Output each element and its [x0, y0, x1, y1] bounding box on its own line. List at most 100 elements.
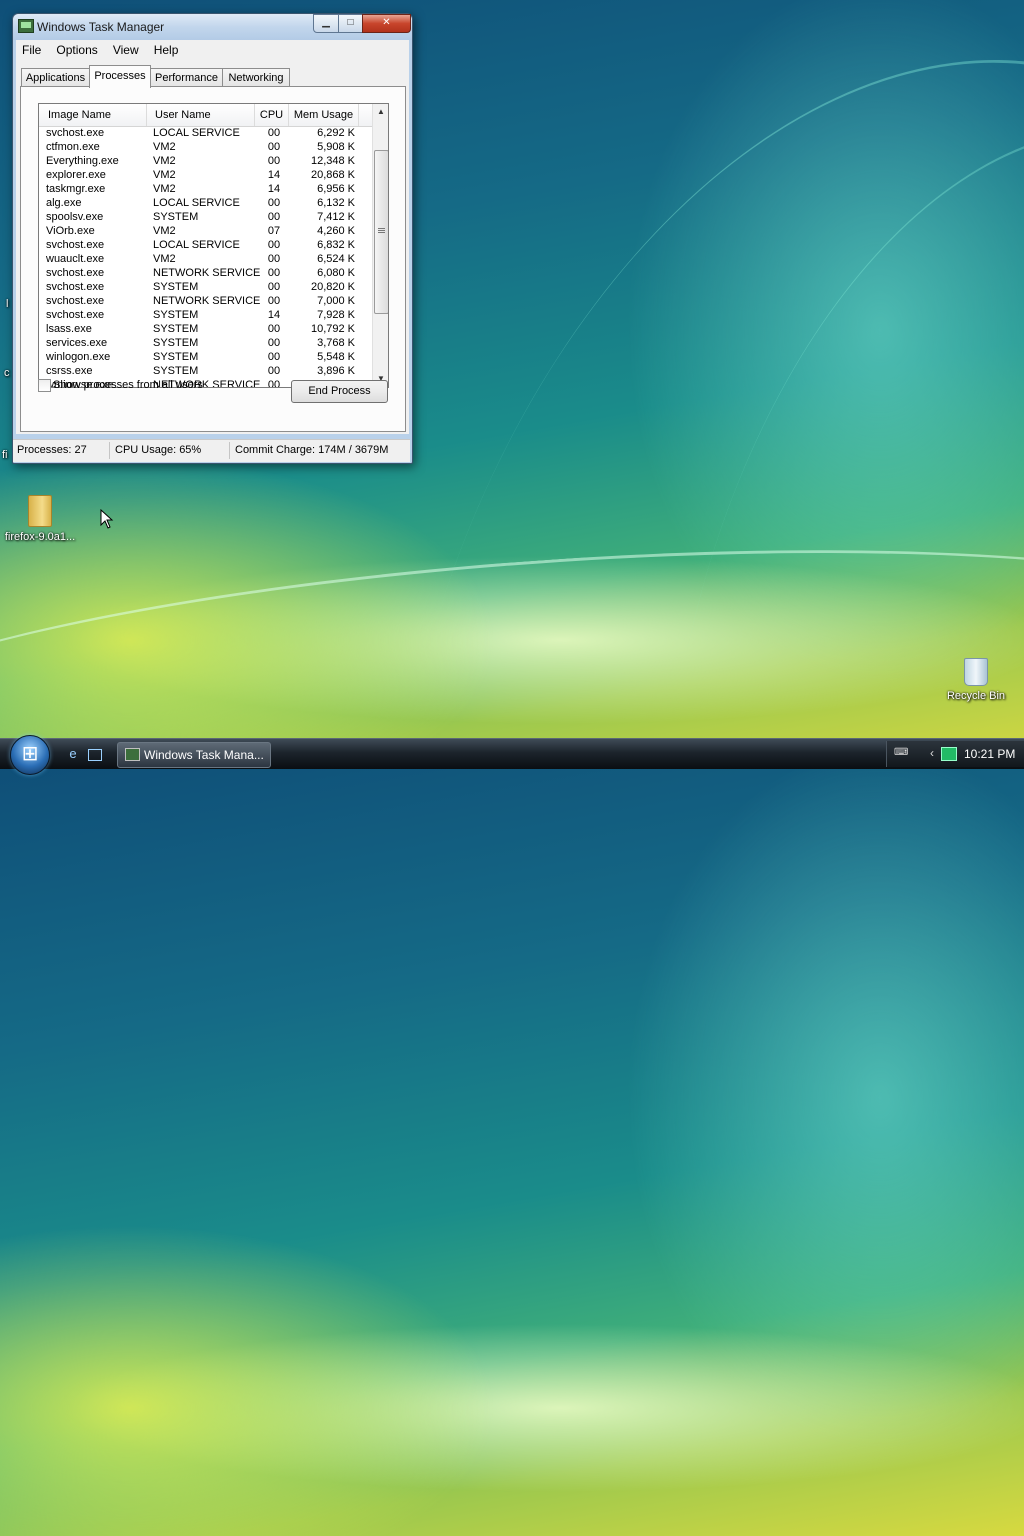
- process-image-name: svchost.exe: [46, 309, 105, 321]
- process-user-name: SYSTEM: [153, 323, 199, 335]
- process-user-name: VM2: [153, 169, 176, 181]
- process-image-name: ctfmon.exe: [46, 141, 100, 153]
- table-row[interactable]: svchost.exe SYSTEM 14 7,928 K: [39, 308, 372, 322]
- table-row[interactable]: svchost.exe SYSTEM 00 20,820 K: [39, 280, 372, 294]
- process-user-name: SYSTEM: [153, 351, 199, 363]
- process-image-name: winlogon.exe: [46, 351, 111, 363]
- process-cpu: 00: [267, 267, 281, 279]
- process-image-name: svchost.exe: [46, 281, 105, 293]
- process-cpu: 00: [267, 295, 281, 307]
- menu-view[interactable]: View: [107, 40, 145, 57]
- table-row[interactable]: svchost.exe LOCAL SERVICE 00 6,292 K: [39, 126, 372, 140]
- table-row[interactable]: taskmgr.exe VM2 14 6,956 K: [39, 182, 372, 196]
- taskbar: e Windows Task Mana... ⌨ ‹ 10:21 PM: [0, 735, 1024, 775]
- process-mem-usage: 6,832 K: [317, 239, 355, 251]
- process-image-name: svchost.exe: [46, 239, 105, 251]
- chevron-left-icon[interactable]: ‹: [925, 747, 939, 759]
- tab-networking[interactable]: Networking: [222, 68, 290, 87]
- table-row[interactable]: explorer.exe VM2 14 20,868 K: [39, 168, 372, 182]
- menu-help[interactable]: Help: [148, 40, 185, 57]
- show-all-users-checkbox[interactable]: [38, 379, 51, 392]
- desktop-edge-label: c: [4, 367, 10, 379]
- ie-icon[interactable]: e: [65, 746, 81, 762]
- desktop-edge-label: l: [6, 298, 9, 310]
- scrollbar-grip: [378, 228, 385, 229]
- process-cpu: 00: [267, 365, 281, 377]
- table-row[interactable]: ctfmon.exe VM2 00 5,908 K: [39, 140, 372, 154]
- process-mem-usage: 12,348 K: [310, 155, 355, 167]
- column-header-image-name[interactable]: Image Name: [39, 104, 147, 126]
- table-row[interactable]: services.exe SYSTEM 00 3,768 K: [39, 336, 372, 350]
- tab-performance[interactable]: Performance: [150, 68, 223, 87]
- process-cpu: 00: [267, 197, 281, 209]
- table-row[interactable]: svchost.exe NETWORK SERVICE 00 6,080 K: [39, 266, 372, 280]
- process-list-header: Image Name User Name CPU Mem Usage: [39, 104, 372, 127]
- tab-processes[interactable]: Processes: [89, 65, 151, 88]
- process-user-name: LOCAL SERVICE: [153, 239, 240, 251]
- show-all-users-label[interactable]: Show processes from all users: [53, 379, 203, 391]
- column-header-user-name[interactable]: User Name: [147, 104, 255, 126]
- task-manager-icon: [18, 19, 34, 33]
- status-processes: Processes: 27: [17, 444, 87, 456]
- process-cpu: 00: [267, 155, 281, 167]
- process-image-name: Everything.exe: [46, 155, 119, 167]
- taskbar-clock[interactable]: 10:21 PM: [964, 747, 1015, 761]
- process-list[interactable]: Image Name User Name CPU Mem Usage svcho…: [38, 103, 389, 388]
- minimize-button[interactable]: ▁: [313, 14, 339, 33]
- scroll-up-arrow-icon[interactable]: ▲: [373, 104, 388, 120]
- process-mem-usage: 7,000 K: [317, 295, 355, 307]
- menu-options[interactable]: Options: [50, 40, 103, 57]
- show-desktop-icon[interactable]: [88, 749, 102, 761]
- table-row[interactable]: csrss.exe SYSTEM 00 3,896 K: [39, 364, 372, 378]
- table-row[interactable]: ViOrb.exe VM2 07 4,260 K: [39, 224, 372, 238]
- taskbar-task-manager-button[interactable]: Windows Task Mana...: [117, 742, 271, 768]
- column-header-cpu[interactable]: CPU: [255, 104, 289, 126]
- table-row[interactable]: svchost.exe LOCAL SERVICE 00 6,832 K: [39, 238, 372, 252]
- desktop-folder-firefox[interactable]: firefox-9.0a1...: [2, 495, 78, 543]
- start-button[interactable]: [10, 735, 50, 775]
- desktop-recycle-bin[interactable]: Recycle Bin: [943, 658, 1009, 702]
- process-mem-usage: 6,132 K: [317, 197, 355, 209]
- vertical-scrollbar[interactable]: ▲ ▼: [372, 104, 388, 387]
- table-row[interactable]: svchost.exe NETWORK SERVICE 00 7,000 K: [39, 294, 372, 308]
- menu-bar: File Options View Help: [16, 40, 409, 60]
- process-image-name: alg.exe: [46, 197, 82, 209]
- task-manager-icon: [125, 748, 140, 761]
- process-mem-usage: 3,896 K: [317, 365, 355, 377]
- table-row[interactable]: wuauclt.exe VM2 00 6,524 K: [39, 252, 372, 266]
- process-image-name: csrss.exe: [46, 365, 93, 377]
- process-mem-usage: 7,928 K: [317, 309, 355, 321]
- process-user-name: SYSTEM: [153, 365, 199, 377]
- process-mem-usage: 10,792 K: [310, 323, 355, 335]
- maximize-button[interactable]: □: [338, 14, 363, 33]
- column-header-mem-usage[interactable]: Mem Usage: [289, 104, 359, 126]
- process-image-name: svchost.exe: [46, 127, 105, 139]
- table-row[interactable]: alg.exe LOCAL SERVICE 00 6,132 K: [39, 196, 372, 210]
- process-cpu: 00: [267, 211, 281, 223]
- network-icon[interactable]: [941, 747, 957, 761]
- process-mem-usage: 4,260 K: [317, 225, 355, 237]
- end-process-button[interactable]: End Process: [291, 380, 388, 403]
- scrollbar-thumb[interactable]: [374, 150, 388, 314]
- status-cpu-usage: CPU Usage: 65%: [115, 444, 202, 456]
- process-user-name: SYSTEM: [153, 337, 199, 349]
- tab-applications[interactable]: Applications: [21, 68, 90, 87]
- title-bar[interactable]: Windows Task Manager ▁ □ ✕: [13, 14, 412, 40]
- mouse-cursor-icon: [100, 509, 114, 529]
- window-title: Windows Task Manager: [37, 20, 165, 34]
- process-user-name: NETWORK SERVICE: [153, 267, 261, 279]
- menu-file[interactable]: File: [16, 40, 47, 57]
- process-cpu: 00: [267, 337, 281, 349]
- process-mem-usage: 6,524 K: [317, 253, 355, 265]
- table-row[interactable]: winlogon.exe SYSTEM 00 5,548 K: [39, 350, 372, 364]
- keyboard-icon[interactable]: ⌨: [894, 747, 908, 759]
- close-button[interactable]: ✕: [362, 14, 411, 33]
- notification-area: ⌨ ‹ 10:21 PM: [886, 741, 1024, 767]
- process-image-name: wuauclt.exe: [46, 253, 105, 265]
- process-user-name: LOCAL SERVICE: [153, 197, 240, 209]
- taskbar-button-label: Windows Task Mana...: [144, 748, 264, 762]
- table-row[interactable]: Everything.exe VM2 00 12,348 K: [39, 154, 372, 168]
- window-client: Applications Processes Performance Netwo…: [16, 60, 409, 434]
- table-row[interactable]: lsass.exe SYSTEM 00 10,792 K: [39, 322, 372, 336]
- table-row[interactable]: spoolsv.exe SYSTEM 00 7,412 K: [39, 210, 372, 224]
